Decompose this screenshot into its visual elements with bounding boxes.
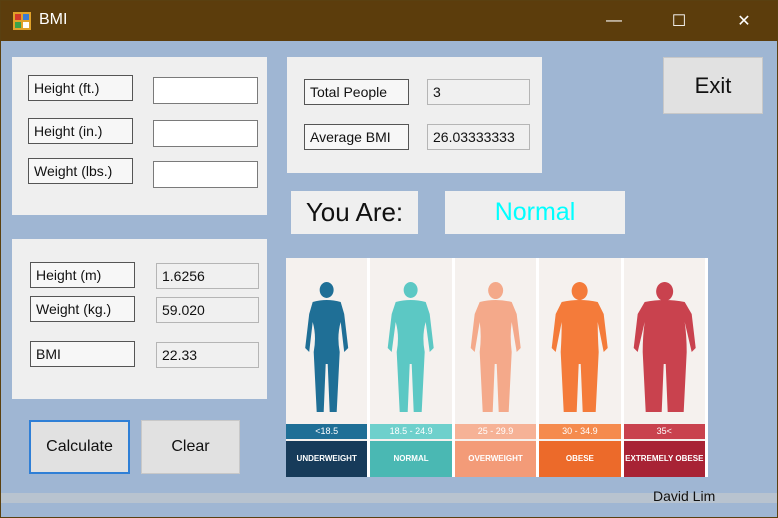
total-people-value: 3 xyxy=(427,79,530,105)
results-panel: Height (m) 1.6256 Weight (kg.) 59.020 BM… xyxy=(12,239,267,399)
bmi-category-chart: <18.5 UNDERWEIGHT 18.5 - 24.9 NORMAL 25 - 29… xyxy=(286,258,708,477)
weight-lbs-label: Weight (lbs.) xyxy=(28,158,133,184)
height-ft-input[interactable] xyxy=(153,77,258,104)
bmi-range-label: 25 - 29.9 xyxy=(454,424,537,439)
height-in-input[interactable] xyxy=(153,120,258,147)
exit-button[interactable]: Exit xyxy=(663,57,763,114)
bmi-category-overweight: 25 - 29.9 OVERWEIGHT xyxy=(454,258,540,477)
bmi-range-label: <18.5 xyxy=(286,424,368,439)
bmi-range-label: 18.5 - 24.9 xyxy=(370,424,452,439)
title-bar: BMI — ☐ ✕ xyxy=(1,1,777,41)
height-m-value: 1.6256 xyxy=(156,263,259,289)
bmi-category-name: EXTREMELY OBESE xyxy=(623,441,705,477)
app-icon xyxy=(13,12,31,30)
bmi-category-extremely-obese: 35< EXTREMELY OBESE xyxy=(623,258,708,477)
bmi-range-label: 35< xyxy=(623,424,705,439)
author-label: David Lim xyxy=(653,488,716,504)
bmi-range-label: 30 - 34.9 xyxy=(539,424,621,439)
weight-kg-value: 59.020 xyxy=(156,297,259,323)
bmi-label: BMI xyxy=(30,341,135,367)
you-are-label: You Are: xyxy=(291,191,418,234)
body-figure-icon xyxy=(551,282,608,412)
minimize-icon: — xyxy=(606,12,622,29)
result-display: Normal xyxy=(445,191,625,234)
maximize-button[interactable]: ☐ xyxy=(654,1,704,41)
clear-button[interactable]: Clear xyxy=(141,420,240,474)
close-button[interactable]: ✕ xyxy=(719,1,769,41)
weight-lbs-input[interactable] xyxy=(153,161,258,188)
average-bmi-label: Average BMI xyxy=(304,124,409,150)
bmi-category-name: OBESE xyxy=(539,441,621,477)
bmi-category-obese: 30 - 34.9 OBESE xyxy=(539,258,624,477)
input-panel: Height (ft.) Height (in.) Weight (lbs.) xyxy=(12,57,267,215)
body-figure-icon xyxy=(388,282,435,412)
body-figure-icon xyxy=(633,282,696,412)
height-m-label: Height (m) xyxy=(30,262,135,288)
bmi-category-name: NORMAL xyxy=(370,441,452,477)
bmi-category-underweight: <18.5 UNDERWEIGHT xyxy=(286,258,371,477)
maximize-icon: ☐ xyxy=(671,13,687,30)
bmi-window: BMI — ☐ ✕ Height (ft.) Height (in.) Weig… xyxy=(0,0,778,518)
total-people-label: Total People xyxy=(304,79,409,105)
stats-panel: Total People 3 Average BMI 26.03333333 xyxy=(287,57,542,173)
calculate-button[interactable]: Calculate xyxy=(29,420,130,474)
bmi-value: 22.33 xyxy=(156,342,259,368)
body-figure-icon xyxy=(305,282,349,412)
close-icon: ✕ xyxy=(737,13,751,30)
height-in-label: Height (in.) xyxy=(28,118,133,144)
height-ft-label: Height (ft.) xyxy=(28,75,133,101)
body-figure-icon xyxy=(470,282,521,412)
average-bmi-value: 26.03333333 xyxy=(427,124,530,150)
bmi-category-name: OVERWEIGHT xyxy=(454,441,537,477)
window-title: BMI xyxy=(39,11,68,28)
weight-kg-label: Weight (kg.) xyxy=(30,296,135,322)
minimize-button[interactable]: — xyxy=(589,1,639,41)
bmi-category-normal: 18.5 - 24.9 NORMAL xyxy=(370,258,455,477)
bmi-category-name: UNDERWEIGHT xyxy=(286,441,368,477)
